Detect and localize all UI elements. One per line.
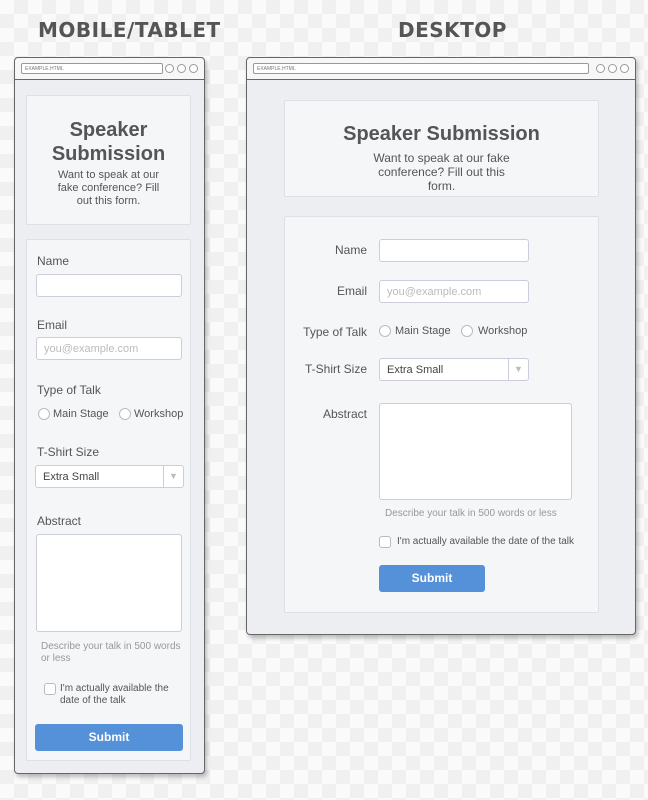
available-label: I'm actually available the date of the t… xyxy=(60,683,169,706)
header-card: Speaker Submission Want to speak at our … xyxy=(284,100,599,197)
shirt-size-label: T-Shirt Size xyxy=(37,445,100,459)
available-checkbox[interactable] xyxy=(379,536,391,548)
abstract-hint: Describe your talk in 500 words or less xyxy=(385,508,557,519)
shirt-size-value: Extra Small xyxy=(43,471,100,483)
email-label: Email xyxy=(336,284,367,298)
abstract-label: Abstract xyxy=(37,514,82,528)
shirt-size-value: Extra Small xyxy=(387,364,444,376)
abstract-label: Abstract xyxy=(322,407,367,421)
chevron-down-icon: ▼ xyxy=(508,359,528,380)
address-bar[interactable]: EXAMPLE.HTML xyxy=(21,63,163,74)
browser-toolbar: EXAMPLE.HTML xyxy=(247,58,635,80)
window-button-icon[interactable] xyxy=(620,64,629,73)
chevron-down-icon: ▼ xyxy=(163,466,183,487)
workshop-radio[interactable] xyxy=(119,408,131,420)
email-label: Email xyxy=(37,318,68,332)
window-button-icon[interactable] xyxy=(608,64,617,73)
talk-type-label: Type of Talk xyxy=(37,383,101,397)
form-card: Name Email you@example.com Type of Talk … xyxy=(284,216,599,613)
desktop-heading: DESKTOP xyxy=(398,18,507,42)
workshop-label: Workshop xyxy=(478,325,528,337)
window-button-icon[interactable] xyxy=(177,64,186,73)
submit-button[interactable]: Submit xyxy=(35,724,183,751)
form-card: Name Email you@example.com Type of Talk … xyxy=(26,239,191,761)
page-subtitle: Want to speak at our fake conference? Fi… xyxy=(57,169,160,207)
name-label: Name xyxy=(334,243,367,257)
shirt-size-select[interactable]: Extra Small ▼ xyxy=(379,358,529,381)
main-stage-radio[interactable] xyxy=(379,325,391,337)
abstract-textarea[interactable] xyxy=(36,534,182,632)
abstract-hint: Describe your talk in 500 words or less xyxy=(41,641,181,664)
header-card: Speaker Submission Want to speak at our … xyxy=(26,95,191,225)
page-subtitle: Want to speak at our fake conference? Fi… xyxy=(373,151,510,193)
name-input[interactable] xyxy=(379,239,529,262)
email-input[interactable]: you@example.com xyxy=(379,280,529,303)
window-button-icon[interactable] xyxy=(596,64,605,73)
workshop-label: Workshop xyxy=(134,408,184,420)
email-input[interactable]: you@example.com xyxy=(36,337,182,360)
window-button-icon[interactable] xyxy=(165,64,174,73)
talk-type-label: Type of Talk xyxy=(303,325,367,339)
shirt-size-select[interactable]: Extra Small ▼ xyxy=(35,465,184,488)
main-stage-label: Main Stage xyxy=(395,325,451,337)
mobile-browser-window: EXAMPLE.HTML Speaker Submission Want to … xyxy=(14,57,205,774)
browser-toolbar: EXAMPLE.HTML xyxy=(15,58,204,80)
window-button-icon[interactable] xyxy=(189,64,198,73)
desktop-browser-window: EXAMPLE.HTML Speaker Submission Want to … xyxy=(246,57,636,635)
abstract-textarea[interactable] xyxy=(379,403,572,500)
submit-button[interactable]: Submit xyxy=(379,565,485,592)
available-checkbox[interactable] xyxy=(44,683,56,695)
page-title: Speaker Submission xyxy=(51,119,166,165)
mobile-heading: MOBILE/TABLET xyxy=(38,18,221,42)
workshop-radio[interactable] xyxy=(461,325,473,337)
address-bar[interactable]: EXAMPLE.HTML xyxy=(253,63,589,74)
name-label: Name xyxy=(37,254,70,268)
page-title: Speaker Submission xyxy=(343,123,540,145)
main-stage-radio[interactable] xyxy=(38,408,50,420)
name-input[interactable] xyxy=(36,274,182,297)
main-stage-label: Main Stage xyxy=(53,408,109,420)
available-label: I'm actually available the date of the t… xyxy=(397,536,575,547)
shirt-size-label: T-Shirt Size xyxy=(304,362,367,376)
